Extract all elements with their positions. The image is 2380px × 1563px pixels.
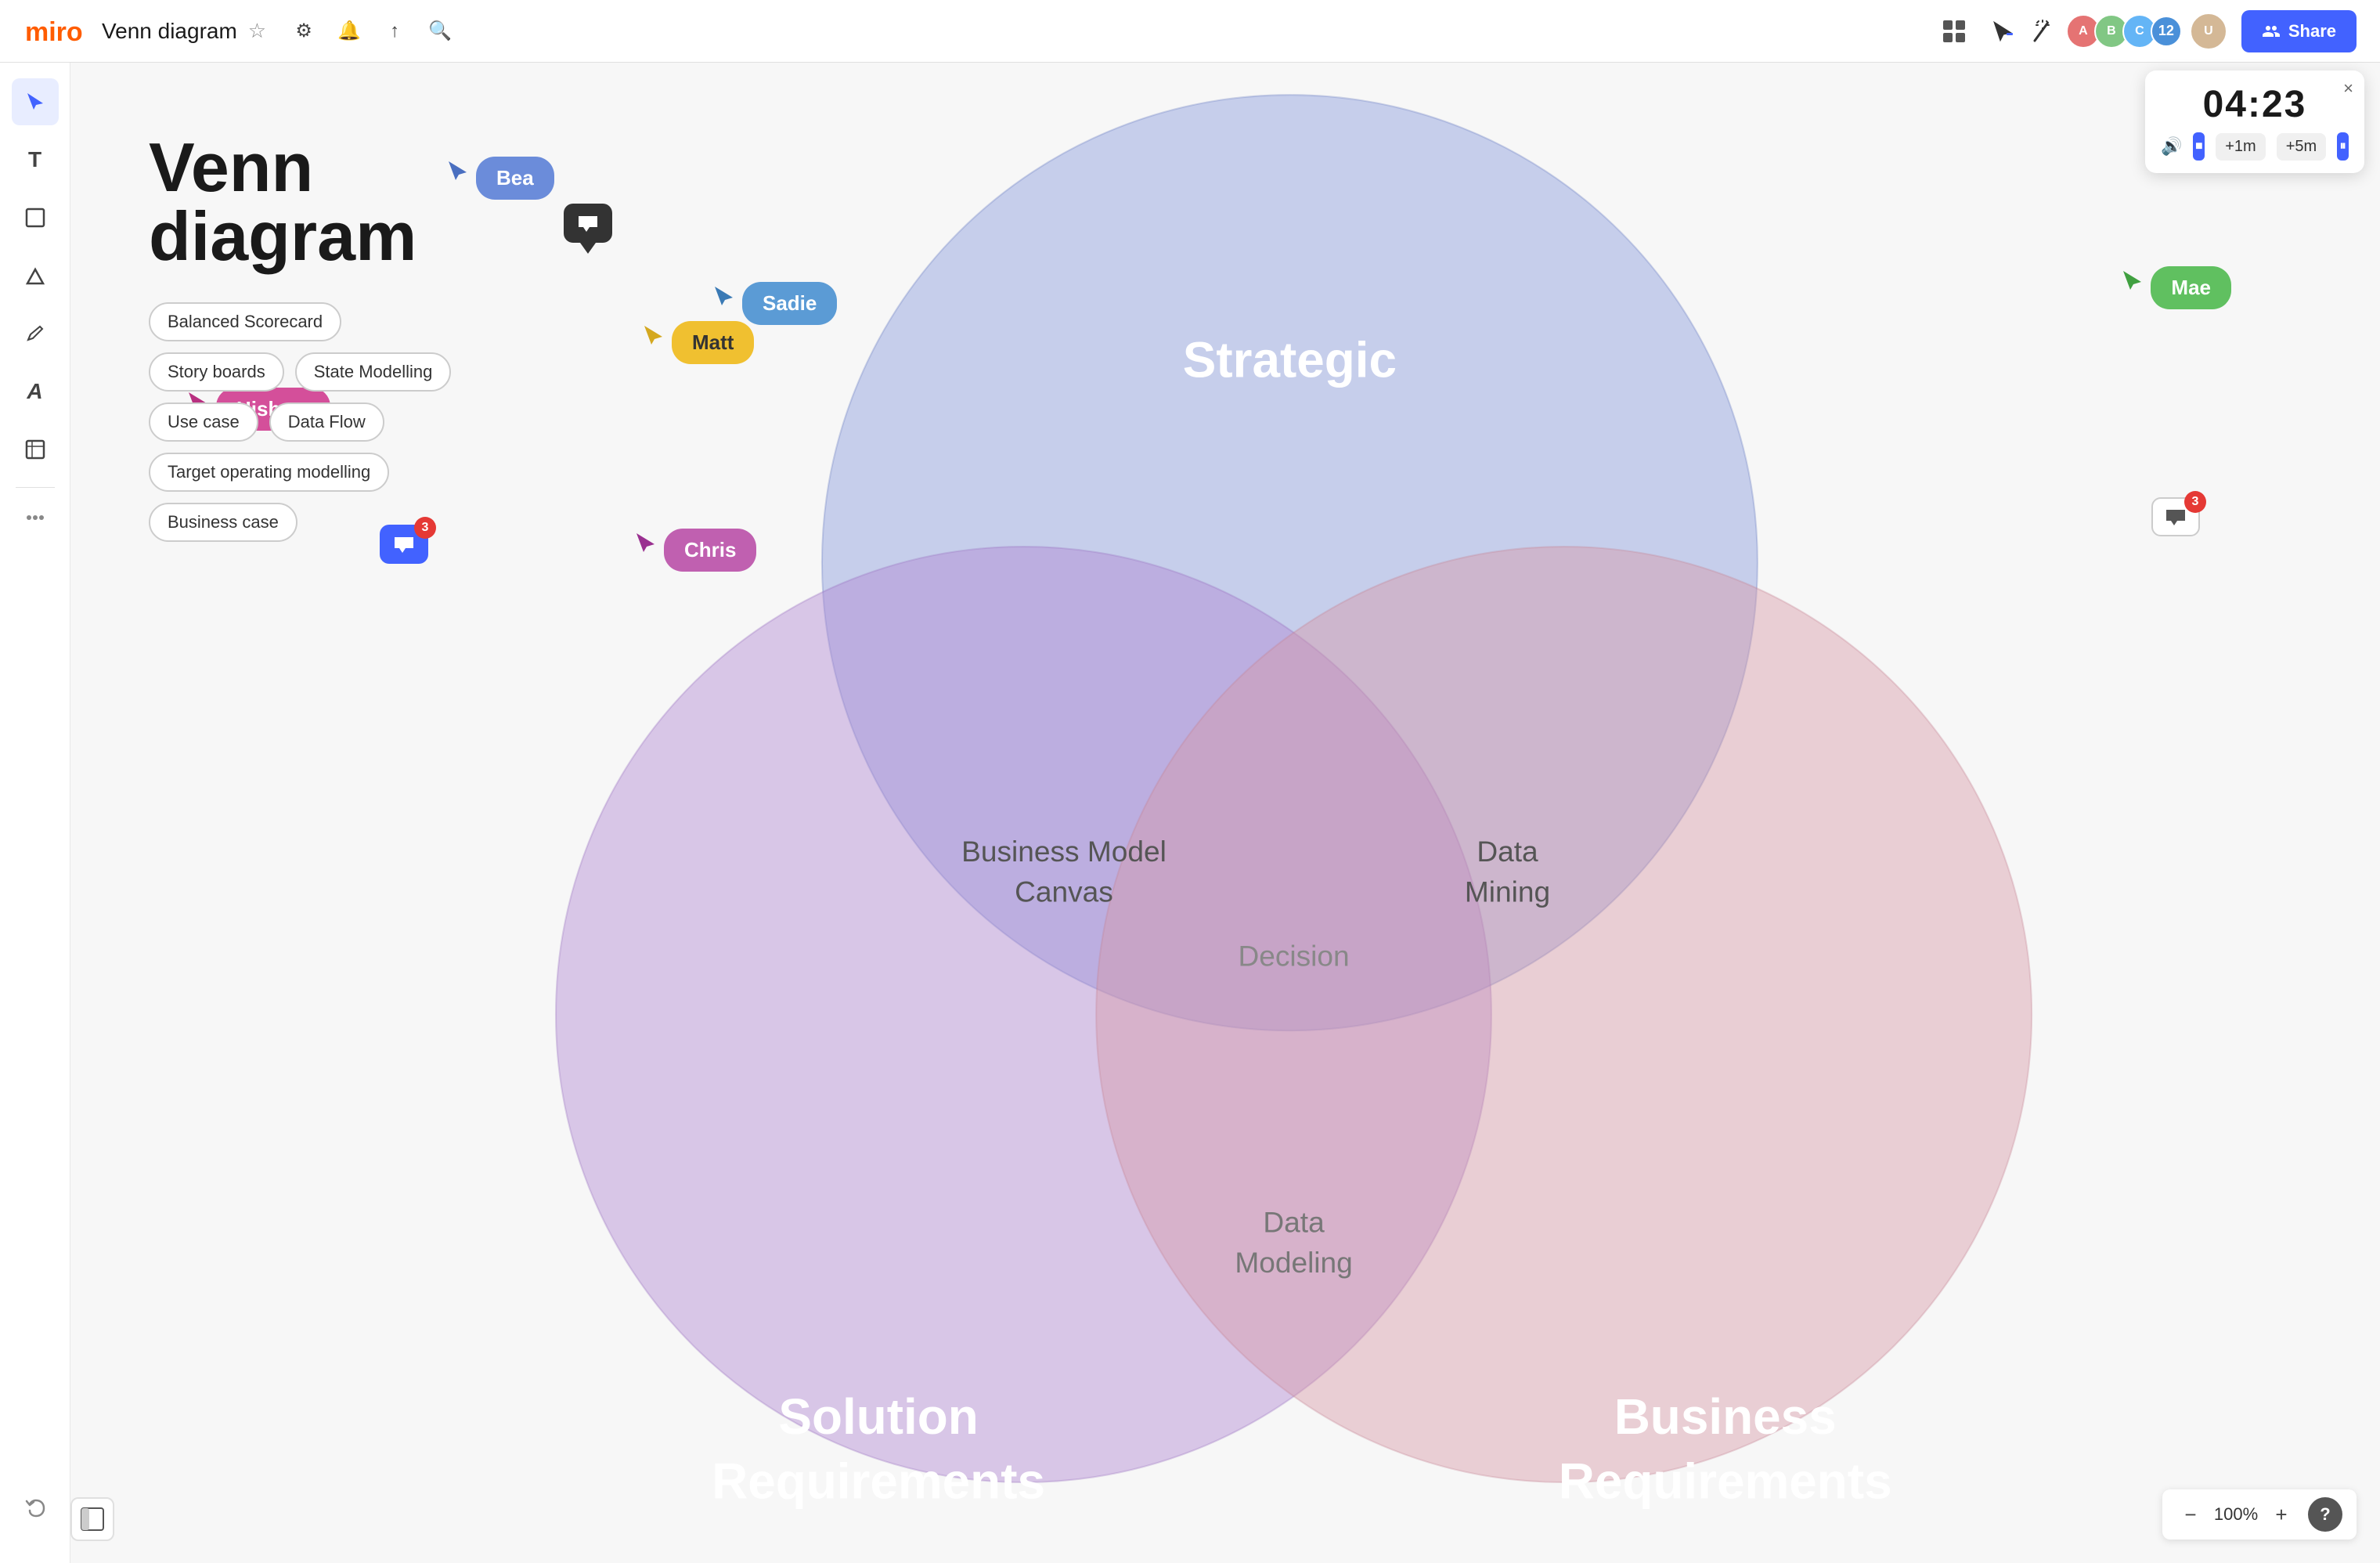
timer-pause-button[interactable]: ⏸: [2337, 132, 2349, 161]
circle-business: [1096, 547, 2032, 1482]
zoom-value: 100%: [2212, 1504, 2259, 1525]
doc-title-container: Venn diagram ☆: [102, 19, 266, 44]
tool-text-edit[interactable]: A: [12, 368, 59, 415]
svg-text:miro: miro: [25, 17, 83, 47]
cursor-mae-label: Mae: [2151, 266, 2231, 309]
diagram-labels-panel: Venn diagram Balanced Scorecard Story bo…: [149, 133, 451, 542]
avatar-single: U: [2190, 13, 2227, 50]
toolbar-sidebar: T A: [0, 63, 70, 1563]
tag-row-1: Balanced Scorecard: [149, 302, 451, 341]
tag-row-5: Business case: [149, 503, 451, 542]
timer-stop-button[interactable]: ■: [2193, 132, 2205, 161]
more-tools-icon[interactable]: [24, 502, 46, 533]
cursor-bea: Bea: [446, 157, 554, 200]
tag-use-case[interactable]: Use case: [149, 402, 258, 442]
timer-controls: 🔊 ■ +1m +5m ⏸: [2161, 132, 2349, 161]
zoom-in-button[interactable]: +: [2267, 1500, 2295, 1529]
diagram-title: Venn diagram: [149, 133, 451, 271]
label-decision: Decision: [1238, 940, 1349, 973]
tag-row-4: Target operating modelling: [149, 453, 451, 492]
tag-balanced-scorecard[interactable]: Balanced Scorecard: [149, 302, 341, 341]
tool-cursor[interactable]: [12, 78, 59, 125]
timer-panel: × 04:23 🔊 ■ +1m +5m ⏸: [2145, 70, 2364, 173]
cursor-bea-label: Bea: [476, 157, 554, 200]
favorite-icon[interactable]: ☆: [248, 19, 266, 43]
topbar-actions: ⚙ 🔔 ↑ 🔍: [290, 17, 454, 45]
label-data-modeling-2: Modeling: [1235, 1246, 1352, 1279]
tool-frame[interactable]: [12, 426, 59, 473]
comment-bubble-right[interactable]: 3: [2151, 497, 2200, 536]
cursor-matt-label: Matt: [672, 321, 754, 364]
zoom-out-button[interactable]: −: [2176, 1500, 2205, 1529]
settings-icon[interactable]: ⚙: [290, 17, 318, 45]
timer-add-5m-button[interactable]: +5m: [2277, 133, 2326, 161]
comment-bubble-bea[interactable]: [564, 204, 612, 243]
cursor-sadie: Sadie: [712, 282, 837, 325]
label-solution-2: Requirements: [712, 1453, 1045, 1510]
label-business-2: Requirements: [1559, 1453, 1892, 1510]
label-solution: Solution: [778, 1388, 978, 1445]
cursor-chris-label: Chris: [664, 529, 756, 572]
cursor-mae: Mae: [2121, 266, 2231, 309]
cursor-mode-icon[interactable]: [1988, 17, 2016, 45]
tag-data-flow[interactable]: Data Flow: [269, 402, 384, 442]
cursor-sadie-label: Sadie: [742, 282, 837, 325]
tag-state-modelling[interactable]: State Modelling: [295, 352, 452, 392]
timer-close-icon[interactable]: ×: [2343, 78, 2353, 99]
cursor-chris: Chris: [634, 529, 756, 572]
timer-colon: :: [2248, 84, 2262, 125]
label-strategic: Strategic: [1183, 332, 1397, 388]
tag-target-op[interactable]: Target operating modelling: [149, 453, 389, 492]
undo-button[interactable]: [12, 1485, 59, 1532]
avatar-count: 12: [2151, 16, 2182, 47]
apps-grid-icon[interactable]: [1935, 12, 1974, 51]
label-data-modeling: Data: [1263, 1206, 1325, 1239]
tag-row-3: Use case Data Flow: [149, 402, 451, 442]
main-content: T A: [0, 63, 2380, 1563]
magic-icon[interactable]: [2030, 17, 2058, 45]
search-icon[interactable]: 🔍: [426, 17, 454, 45]
topbar: miro Venn diagram ☆ ⚙ 🔔 ↑ 🔍: [0, 0, 2380, 63]
timer-sound-icon[interactable]: 🔊: [2161, 136, 2182, 157]
label-bmc-2: Canvas: [1015, 875, 1113, 908]
share-label: Share: [2288, 21, 2336, 42]
tag-list: Balanced Scorecard Story boards State Mo…: [149, 302, 451, 542]
zoom-controls: − 100% + ?: [2162, 1489, 2357, 1540]
help-button[interactable]: ?: [2308, 1497, 2342, 1532]
timer-minutes: 04: [2203, 84, 2248, 125]
panel-icon[interactable]: [70, 1497, 114, 1541]
timer-add-1m-button[interactable]: +1m: [2216, 133, 2265, 161]
tool-sticky-note[interactable]: [12, 194, 59, 241]
notification-icon[interactable]: 🔔: [335, 17, 363, 45]
label-bmc: Business Model: [961, 835, 1167, 868]
doc-title-text[interactable]: Venn diagram: [102, 19, 237, 44]
share-button[interactable]: Share: [2241, 10, 2357, 52]
tag-storyboards[interactable]: Story boards: [149, 352, 284, 392]
sidebar-divider: [16, 487, 55, 488]
label-data-mining: Data: [1477, 835, 1538, 868]
tool-text[interactable]: T: [12, 136, 59, 183]
tag-row-2: Story boards State Modelling: [149, 352, 451, 392]
avatar-group[interactable]: A B C 12 U: [2072, 13, 2227, 50]
cursor-matt: Matt: [642, 321, 754, 364]
canvas-area[interactable]: Venn diagram Balanced Scorecard Story bo…: [70, 63, 2380, 1563]
upload-icon[interactable]: ↑: [380, 17, 409, 45]
timer-display: 04:23: [2161, 83, 2349, 126]
tool-pen[interactable]: [12, 310, 59, 357]
timer-seconds: 23: [2262, 84, 2306, 125]
tag-business-case[interactable]: Business case: [149, 503, 298, 542]
label-data-mining-2: Mining: [1465, 875, 1550, 908]
miro-logo[interactable]: miro: [23, 12, 86, 51]
tool-shapes[interactable]: [12, 252, 59, 299]
topbar-right: A B C 12 U Share: [1935, 10, 2357, 52]
sidebar-panel-toggle[interactable]: [70, 1497, 114, 1541]
label-business: Business: [1614, 1388, 1837, 1445]
